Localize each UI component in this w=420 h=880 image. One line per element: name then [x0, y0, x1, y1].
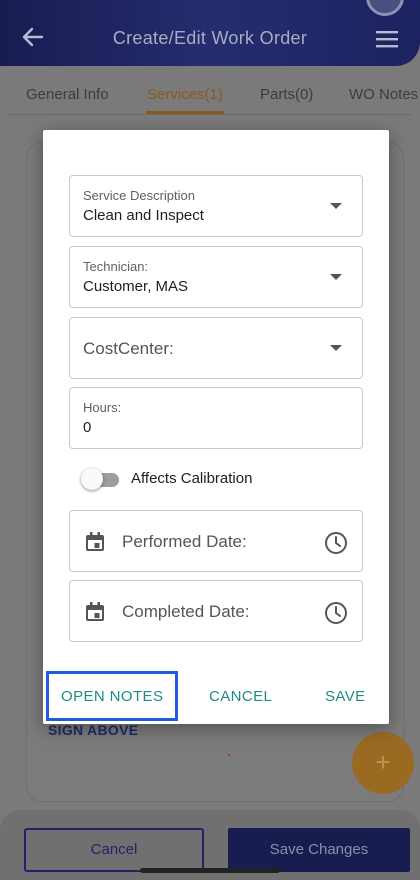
field-label: Performed Date: [122, 532, 247, 551]
sign-above-label: SIGN ABOVE [48, 722, 139, 738]
field-label: Technician: [83, 259, 149, 274]
avatar[interactable] [366, 0, 404, 16]
tab-services[interactable]: Services(1) [147, 86, 223, 103]
calendar-icon [86, 602, 104, 621]
affects-calibration-toggle[interactable] [81, 468, 121, 490]
home-indicator [140, 868, 280, 873]
dropdown-caret-icon [330, 274, 342, 280]
dropdown-caret-icon [330, 203, 342, 209]
add-service-button[interactable]: + [352, 732, 414, 794]
toggle-knob [81, 468, 103, 490]
technician-select[interactable]: Technician: Customer, MAS [69, 246, 363, 308]
field-label: Completed Date: [122, 602, 250, 621]
field-label: Hours: [83, 400, 122, 415]
app-header: Create/Edit Work Order [0, 0, 420, 66]
stray-mark [228, 754, 230, 756]
dropdown-caret-icon [330, 345, 342, 351]
dialog-save-button[interactable]: SAVE [325, 688, 366, 705]
clock-icon [325, 602, 347, 624]
service-edit-dialog: Service Description Clean and Inspect Te… [43, 130, 389, 724]
field-value: Customer, MAS [83, 278, 189, 295]
plus-icon: + [375, 747, 391, 777]
tab-parts[interactable]: Parts(0) [260, 86, 313, 103]
tab-bar: General Info Services(1) Parts(0) WO Not… [0, 66, 420, 116]
calendar-icon [86, 532, 104, 551]
cost-center-select[interactable]: CostCenter: [69, 317, 363, 379]
save-changes-button[interactable]: Save Changes [228, 828, 410, 872]
field-value: Clean and Inspect [83, 207, 204, 224]
highlight-box [46, 671, 178, 721]
field-label: Service Description [83, 188, 195, 203]
bottom-action-bar: Cancel Save Changes [0, 810, 420, 880]
divider [8, 114, 412, 115]
cancel-button[interactable]: Cancel [24, 828, 204, 872]
affects-calibration-label: Affects Calibration [131, 470, 253, 487]
page-title: Create/Edit Work Order [112, 28, 308, 48]
hours-input[interactable]: Hours: 0 [69, 387, 363, 449]
dialog-cancel-button[interactable]: CANCEL [209, 688, 272, 705]
field-placeholder: CostCenter: [83, 339, 174, 358]
performed-date-picker[interactable]: Performed Date: [69, 510, 363, 572]
service-description-select[interactable]: Service Description Clean and Inspect [69, 175, 363, 237]
hamburger-menu-icon[interactable] [376, 30, 398, 48]
tab-general-info[interactable]: General Info [26, 86, 109, 103]
completed-date-picker[interactable]: Completed Date: [69, 580, 363, 642]
tab-wo-notes[interactable]: WO Notes [349, 86, 418, 103]
clock-icon [325, 532, 347, 554]
field-value: 0 [83, 419, 92, 436]
